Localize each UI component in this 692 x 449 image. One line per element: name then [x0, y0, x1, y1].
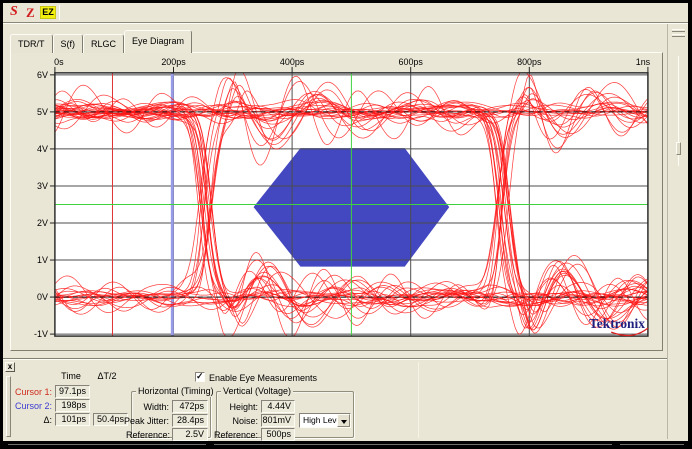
logo-ez-icon: EZ — [40, 6, 56, 19]
y-tick-label: 3V — [37, 181, 48, 191]
column-header-time: Time — [51, 371, 91, 381]
peak-jitter-label: Peak Jitter: — [123, 415, 169, 427]
eye-diagram-page: 0s 200ps 400ps 600ps 800ps 1ns 6V 5V 4V 3V 2V 1V 0V -… — [10, 52, 663, 351]
tektronix-watermark: Tektronix — [589, 316, 645, 331]
noise-value: 801mV — [261, 414, 295, 427]
close-icon: x — [8, 362, 12, 371]
bottom-border-segment — [214, 444, 612, 445]
window-content: S Z EZ TDR/T S(f) RLGC Eye Diagram 0s 200… — [3, 3, 688, 441]
y-tick-label: 1V — [37, 255, 48, 265]
y-tick-label: 6V — [37, 70, 48, 80]
x-tick-label: 200ps — [161, 57, 186, 67]
toolbar-thumb[interactable] — [676, 142, 681, 155]
cursor-2-time-value: 198ps — [55, 399, 90, 412]
x-tick-label: 800ps — [517, 57, 542, 67]
y-tick-label: 2V — [37, 218, 48, 228]
timing-reference-value[interactable]: 2.5V — [172, 428, 208, 441]
column-header-dt2: ΔT/2 — [87, 371, 127, 381]
tab-s-f[interactable]: S(f) — [53, 34, 84, 53]
panel-divider — [418, 362, 419, 438]
width-value: 472ps — [172, 400, 208, 413]
x-tick-label: 400ps — [280, 57, 305, 67]
close-panel-button[interactable]: x — [5, 362, 15, 372]
x-tick-label: 1ns — [636, 57, 651, 67]
peak-jitter-value: 28.4ps — [172, 414, 208, 427]
voltage-reference-value[interactable]: 500ps — [261, 428, 295, 441]
x-tick-label: 600ps — [399, 57, 424, 67]
eye-diagram-plot[interactable]: 0s 200ps 400ps 600ps 800ps 1ns 6V 5V 4V 3V 2V 1V 0V -… — [11, 53, 662, 350]
enable-eye-measurements-checkbox[interactable]: ✓ — [195, 372, 205, 382]
voltage-reference-label: Reference: — [213, 429, 258, 441]
checkmark-icon: ✓ — [196, 371, 204, 382]
tab-tdr-t[interactable]: TDR/T — [10, 34, 53, 53]
tab-strip: TDR/T S(f) RLGC Eye Diagram — [10, 30, 192, 53]
measurements-panel: x Time ΔT/2 Cursor 1: 97.1ps Cursor 2: 1… — [3, 358, 667, 440]
delta-label: Δ: — [8, 414, 52, 426]
titlebar-divider — [3, 22, 688, 24]
app-window: S Z EZ TDR/T S(f) RLGC Eye Diagram 0s 200… — [0, 0, 692, 449]
delta-time-value: 101ps — [55, 413, 90, 426]
y-tick-label: 4V — [37, 144, 48, 154]
titlebar-separator — [59, 5, 60, 20]
level-dropdown[interactable]: High Level — [299, 413, 351, 428]
horizontal-timing-group: Horizontal (Timing) Width: 472ps Peak Ji… — [131, 391, 211, 438]
vertical-voltage-title: Vertical (Voltage) — [221, 386, 293, 397]
enable-eye-measurements-label: Enable Eye Measurements — [209, 372, 369, 384]
tab-eye-diagram[interactable]: Eye Diagram — [124, 30, 192, 53]
toolbar-grip-icon[interactable] — [672, 34, 685, 37]
dropdown-arrow-button[interactable] — [337, 414, 350, 427]
y-tick-label: 5V — [37, 107, 48, 117]
cursor-2-label: Cursor 2: — [8, 400, 52, 412]
chevron-down-icon — [341, 420, 347, 424]
cursor-1-time-value: 97.1ps — [55, 385, 90, 398]
timing-reference-label: Reference: — [126, 429, 169, 441]
height-value: 4.44V — [261, 400, 295, 413]
horizontal-timing-title: Horizontal (Timing) — [136, 386, 216, 397]
height-label: Height: — [219, 401, 258, 413]
width-label: Width: — [132, 401, 169, 413]
bottom-border-segment — [8, 444, 206, 445]
tab-rlgc[interactable]: RLGC — [83, 34, 124, 53]
toolbar-grip-icon[interactable] — [672, 29, 685, 32]
logo-z-icon: Z — [26, 5, 35, 21]
y-tick-label: -1V — [34, 329, 48, 339]
titlebar: S Z EZ — [3, 3, 688, 22]
vertical-voltage-group: Vertical (Voltage) Height: 4.44V Noise: … — [216, 391, 354, 438]
cursor-1-label: Cursor 1: — [8, 386, 52, 398]
logo-s-icon: S — [10, 4, 18, 20]
right-toolbar — [667, 24, 688, 439]
y-tick-label: 0V — [37, 292, 48, 302]
x-tick-label: 0s — [54, 57, 64, 67]
bottom-border-segment — [620, 444, 684, 445]
noise-label: Noise: — [219, 415, 258, 427]
